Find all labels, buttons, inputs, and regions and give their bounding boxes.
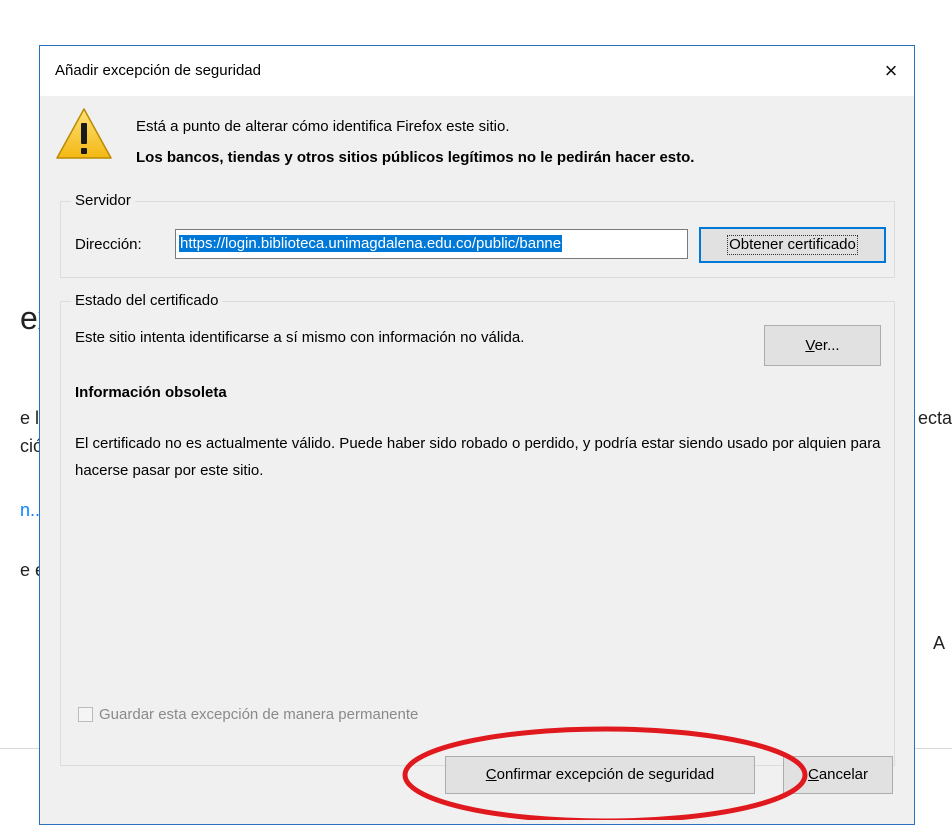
bg-fragment-button-text[interactable]: A: [933, 633, 945, 654]
certificate-issue-heading: Información obsoleta: [75, 384, 227, 401]
bg-fragment-text: e l: [20, 408, 40, 428]
permanent-exception-label: Guardar esta excepción de manera permane…: [99, 706, 419, 723]
view-button-mnemonic: V: [805, 337, 815, 354]
permanent-exception-checkbox[interactable]: [78, 707, 93, 722]
cancel-button[interactable]: Cancelar: [783, 756, 893, 794]
view-certificate-button[interactable]: Ver...: [764, 325, 881, 366]
bg-fragment-text: ecta: [918, 408, 952, 428]
address-value: https://login.biblioteca.unimagdalena.ed…: [179, 235, 563, 252]
obtain-certificate-label: Obtener certificado: [727, 235, 858, 255]
close-icon: ×: [884, 58, 898, 83]
dialog-titlebar: Añadir excepción de seguridad ×: [40, 46, 914, 96]
dialog-title: Añadir excepción de seguridad: [55, 62, 261, 79]
view-button-label: er...: [814, 337, 840, 354]
server-legend: Servidor: [71, 192, 135, 209]
obtain-certificate-button[interactable]: Obtener certificado: [699, 227, 886, 263]
address-label: Dirección:: [75, 236, 142, 253]
cancel-button-label: ancelar: [818, 766, 869, 783]
warning-message-bold: Los bancos, tiendas y otros sitios públi…: [136, 149, 695, 166]
certificate-issue-detail: El certificado no es actualmente válido.…: [75, 435, 881, 479]
certificate-legend: Estado del certificado: [71, 292, 223, 309]
certificate-status-group: Estado del certificado Este sitio intent…: [60, 292, 895, 766]
server-group: Servidor Dirección: https://login.biblio…: [60, 192, 895, 278]
close-button[interactable]: ×: [868, 46, 914, 96]
certificate-status-text: Este sitio intenta identificarse a sí mi…: [75, 329, 525, 346]
security-exception-dialog: Añadir excepción de seguridad × Está a p…: [39, 45, 915, 825]
warning-message: Está a punto de alterar cómo identifica …: [136, 118, 510, 135]
permanent-exception-row[interactable]: Guardar esta excepción de manera permane…: [78, 706, 418, 723]
confirm-exception-button[interactable]: Confirmar excepción de seguridad: [445, 756, 755, 794]
warning-triangle-icon: [56, 108, 112, 159]
confirm-button-mnemonic: C: [485, 766, 497, 783]
address-input[interactable]: https://login.biblioteca.unimagdalena.ed…: [175, 229, 688, 259]
confirm-button-label: onfirmar excepción de seguridad: [496, 766, 715, 783]
cancel-button-mnemonic: C: [807, 766, 819, 783]
